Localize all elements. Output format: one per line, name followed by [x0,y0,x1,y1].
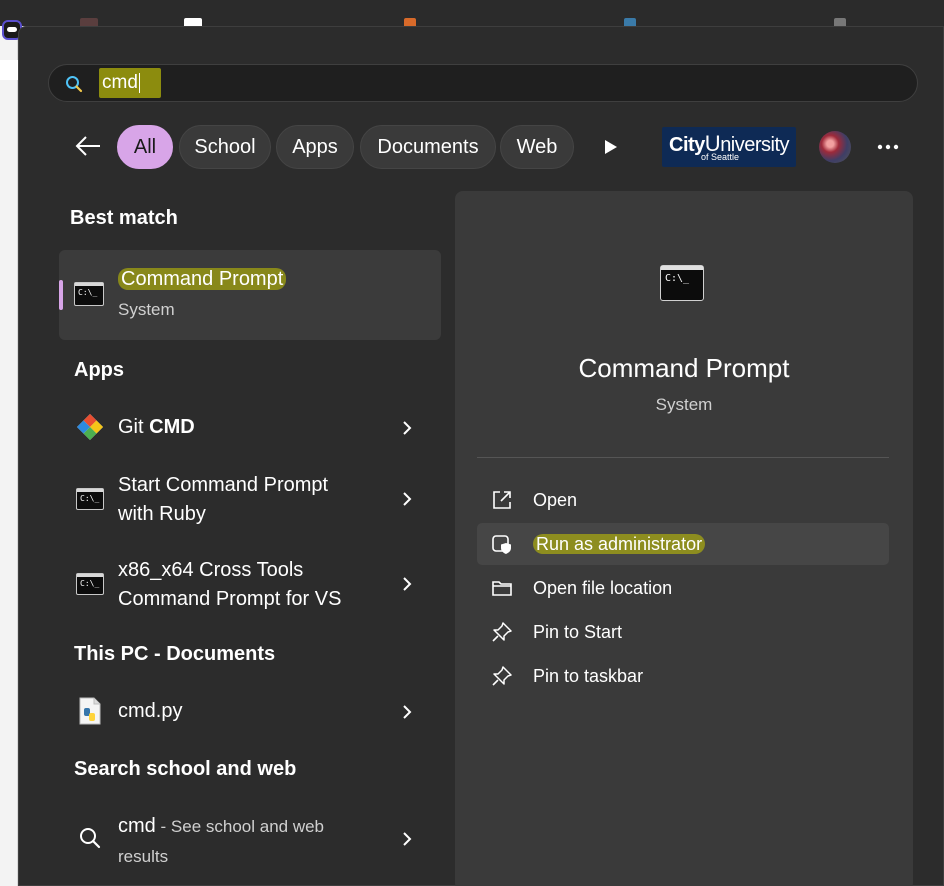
filter-chip-school[interactable]: School [179,125,271,169]
best-match-result[interactable]: C:\_ Command Prompt System [59,250,441,340]
taskbar-tab [834,18,846,26]
logo-subtext: of Seattle [701,152,740,162]
background-block [0,60,18,80]
logo-text-city: City [669,134,705,156]
app-result-title: Start Command Prompt [118,474,329,496]
open-external-icon [493,491,511,509]
taskbar-tab [624,18,636,26]
chevron-right-icon[interactable] [402,491,412,507]
open-action-label: Open [533,490,578,510]
search-query: cmd [102,72,138,93]
best-match-title: Command Prompt [118,265,287,294]
app-result-title-line2: with Ruby [118,503,206,525]
python-file-icon [79,697,101,725]
app-result-title-line2: Command Prompt for VS [118,588,342,610]
folder-icon [492,581,512,596]
web-search-line2: results [118,847,169,866]
app-result-title: Git CMD [118,413,195,442]
text-caret [138,72,140,93]
pin-to-taskbar-label: Pin to taskbar [533,666,644,686]
document-result-title: cmd.py [118,700,183,722]
terminal-icon: C:\_ [76,573,104,595]
run-as-administrator-label: Run as administrator [533,532,706,556]
terminal-icon: C:\_ [76,488,104,510]
filter-chip-apps[interactable]: Apps [276,125,354,169]
app-title-match: CMD [149,416,195,438]
pin-to-start-label: Pin to Start [533,622,623,642]
divider [477,457,889,458]
back-arrow-icon[interactable] [73,133,103,159]
background-window-edge [0,26,18,886]
web-search-query: cmd [118,815,156,837]
search-box[interactable]: cmd [48,64,918,102]
taskbar-tab [404,18,416,26]
app-title-prefix: Git [118,416,150,438]
pin-icon [492,622,512,642]
shield-admin-icon [492,535,511,554]
more-options-icon[interactable] [877,139,899,155]
result-details-pane: C:\_ Command Prompt System Open Run as a… [455,191,913,886]
open-file-location-label: Open file location [533,578,673,598]
app-result-title: x86_x64 Cross Tools [118,559,304,581]
documents-heading: This PC - Documents [74,643,276,665]
search-icon [80,828,101,849]
chevron-right-icon[interactable] [402,576,412,592]
chevron-right-icon[interactable] [402,704,412,720]
search-icon [66,76,83,93]
terminal-icon: C:\_ [660,265,704,301]
best-match-subtitle: System [118,300,175,319]
best-match-heading: Best match [70,207,178,229]
run-as-administrator-action[interactable]: Run as administrator [477,523,889,565]
chevron-right-icon[interactable] [402,420,412,436]
taskbar-background [0,0,944,26]
school-logo[interactable]: CityUniversity of Seattle [662,127,796,167]
chevron-right-icon[interactable] [402,831,412,847]
details-subtitle: System [655,395,713,414]
best-match-title-text: Command Prompt [118,268,287,290]
web-search-title: cmd - See school and web [118,812,324,841]
avatar[interactable] [819,131,851,163]
filter-row: All School Apps Documents Web CityUniver… [19,125,944,171]
git-icon [77,414,103,440]
search-input[interactable]: cmd [99,68,161,98]
start-search-panel: cmd All School Apps Documents Web CityUn… [18,26,944,886]
pin-to-start-action[interactable]: Pin to Start [477,611,889,653]
pin-icon [492,666,512,686]
open-file-location-action[interactable]: Open file location [477,567,889,609]
taskbar-tab [184,18,202,26]
taskbar-tab [80,18,98,26]
terminal-icon: C:\_ [74,282,104,306]
details-title: Command Prompt [578,353,790,383]
filter-chip-documents[interactable]: Documents [360,125,496,169]
more-filters-play-icon[interactable] [604,139,618,155]
apps-heading: Apps [74,359,124,381]
run-as-administrator-text: Run as administrator [533,534,706,554]
web-search-heading: Search school and web [74,758,297,780]
filter-chip-web[interactable]: Web [500,125,574,169]
pin-to-taskbar-action[interactable]: Pin to taskbar [477,655,889,697]
web-search-suffix: - See school and web [155,817,325,836]
open-action[interactable]: Open [477,479,889,521]
filter-chip-all[interactable]: All [117,125,173,169]
selection-indicator [59,280,63,310]
